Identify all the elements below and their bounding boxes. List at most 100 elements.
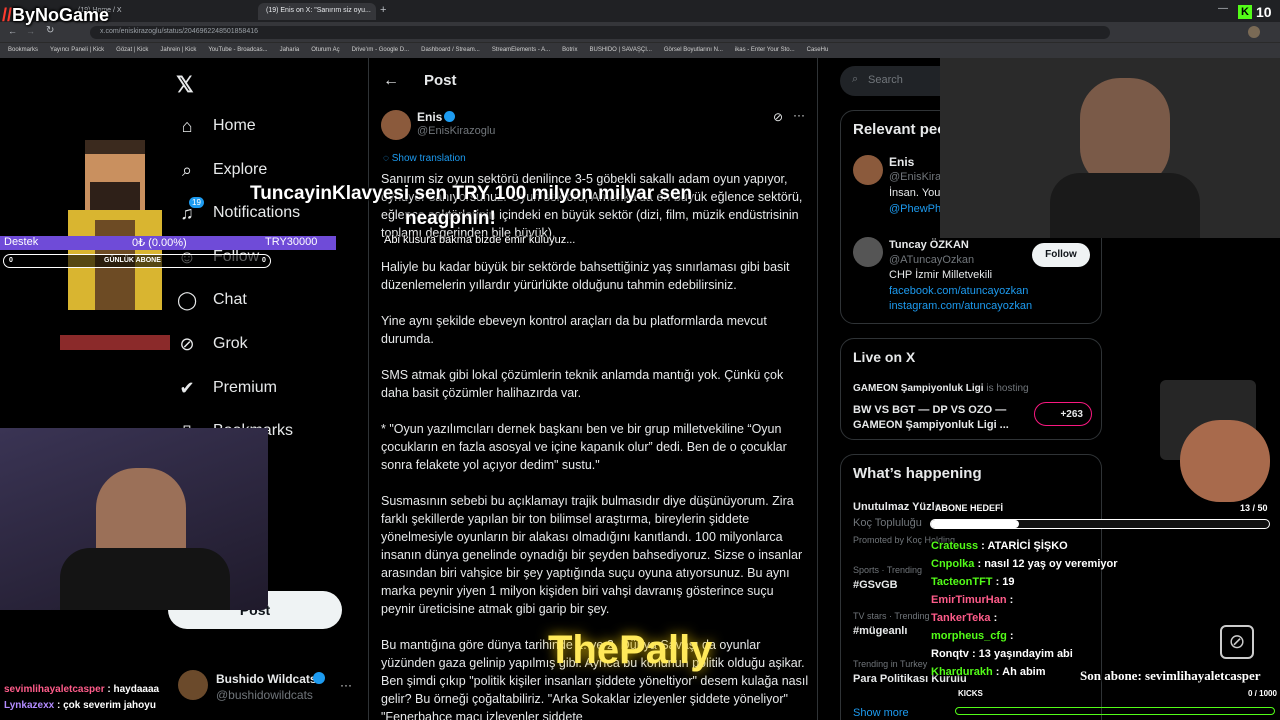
- person-bio: İnsan. You: [889, 187, 941, 199]
- chat-message: TankerTeka :: [931, 612, 1231, 624]
- chat-username: TankerTeka: [931, 612, 991, 624]
- bookmark-item[interactable]: Oturum Aç: [311, 47, 339, 54]
- premium-icon: ✔: [179, 377, 195, 398]
- author-avatar[interactable]: [381, 110, 411, 140]
- url-input[interactable]: x.com/eniskirazoglu/status/2046962248501…: [90, 26, 1110, 39]
- page-title: Post: [424, 72, 457, 89]
- sub-bar-left: 0: [9, 257, 13, 264]
- chat-message: Crateuss : ATARİCİ ŞİŞKO: [931, 540, 1231, 552]
- live-host[interactable]: GAMEON Şampiyonluk Ligi is hosting: [853, 383, 1029, 394]
- bookmark-item[interactable]: Yayıncı Paneli | Kick: [50, 47, 104, 54]
- avatar[interactable]: [853, 155, 883, 185]
- verified-icon: [444, 111, 455, 122]
- nav-item-premium[interactable]: ✔ Premium: [177, 378, 277, 398]
- bookmark-item[interactable]: ikas - Enter Your Sto...: [735, 47, 795, 54]
- chat-separator: :: [104, 684, 114, 695]
- person-bio-link[interactable]: @PhewPh: [889, 203, 941, 215]
- live-title: Live on X: [853, 349, 916, 365]
- chat-username: Crateuss: [931, 540, 979, 552]
- chat-separator: :: [1006, 630, 1014, 642]
- chat-icon: ◯: [177, 290, 198, 311]
- streamer-webcam: [0, 428, 268, 610]
- author-name[interactable]: Enis: [417, 110, 442, 124]
- live-line[interactable]: BW VS BGT — DP VS OZO —: [853, 404, 1006, 416]
- nav-item-explore[interactable]: ⌕ Explore: [177, 160, 267, 180]
- trend-title[interactable]: Unutulmaz Yüzler: [853, 501, 945, 513]
- bookmark-item[interactable]: CaseHu: [807, 47, 829, 54]
- nav-item-grok[interactable]: ⊘ Grok: [177, 334, 248, 354]
- chat-text: çok severim jahoyu: [63, 700, 156, 711]
- donation-goal-bar: Destek 0₺ (0.00%) TRY30000: [0, 236, 336, 250]
- chat-message: Lynkazexx : çok severim jahoyu: [4, 700, 364, 711]
- x-logo-icon[interactable]: 𝕏: [176, 72, 194, 98]
- bookmark-item[interactable]: Bookmarks: [8, 47, 38, 54]
- person-link[interactable]: facebook.com/atuncayozkan: [889, 285, 1028, 297]
- translate-icon: ◌: [383, 153, 392, 164]
- tab-post[interactable]: (19) Enis on X: "Sanırım siz oyu...: [258, 3, 376, 20]
- author-handle[interactable]: @EnisKirazoglu: [417, 125, 495, 137]
- person-name[interactable]: Enis: [889, 155, 914, 169]
- show-translation-link[interactable]: ◌ Show translation: [383, 153, 466, 164]
- person-name[interactable]: Tuncay ÖZKAN: [889, 239, 969, 251]
- bookmark-item[interactable]: Drive'ım - Google D...: [352, 47, 410, 54]
- reload-icon[interactable]: ↻: [46, 25, 54, 36]
- brand-watermark: ThePally: [548, 628, 713, 672]
- trend-meta: Trending in Turkey: [853, 659, 928, 669]
- guest-webcam: [940, 58, 1280, 238]
- kicks-label: KICKS: [958, 689, 983, 698]
- back-arrow-icon[interactable]: ←: [383, 72, 399, 90]
- sub-goal-count: 13 / 50: [1240, 503, 1268, 513]
- bookmark-item[interactable]: Jahrein | Kick: [160, 47, 196, 54]
- nav-item-chat[interactable]: ◯ Chat: [177, 290, 247, 310]
- forward-icon[interactable]: →: [26, 26, 35, 36]
- left-navigation: 𝕏 ⌂Home⌕Explore♫19Notifications☺Follow◯C…: [0, 58, 368, 720]
- logo-text: ByNoGame: [12, 5, 110, 25]
- home-icon: ⌂: [181, 116, 193, 136]
- new-tab-button[interactable]: +: [380, 4, 386, 16]
- left-chat: sevimlihayaletcasper : haydaaaa Lynkazexx…: [4, 684, 364, 716]
- grok-icon: ⊘: [179, 334, 195, 354]
- last-subscriber: Son abone: sevimlihayaletcasper: [1080, 668, 1261, 683]
- avatar[interactable]: [853, 237, 883, 267]
- more-icon[interactable]: ···: [793, 108, 805, 122]
- follow-button[interactable]: Follow: [1032, 243, 1090, 267]
- trend-title[interactable]: #GSvGB: [853, 579, 898, 591]
- post-paragraph: SMS atmak gibi lokal çözümlerin teknik a…: [381, 368, 784, 400]
- chat-username: Lynkazexx: [4, 700, 55, 711]
- chat-separator: :: [992, 576, 1003, 588]
- minimize-icon[interactable]: —: [1218, 3, 1228, 14]
- live-host-name: GAMEON Şampiyonluk Ligi: [853, 383, 984, 394]
- bookmark-item[interactable]: Gözat | Kick: [116, 47, 148, 54]
- bookmark-item[interactable]: Görsel Boyutlarını N...: [664, 47, 723, 54]
- trend-title[interactable]: #mügeanlı: [853, 625, 907, 637]
- bookmark-item[interactable]: BUSHIDO | SAVAŞÇI...: [590, 47, 652, 54]
- live-listener-count[interactable]: +263: [1034, 402, 1092, 426]
- live-status: is hosting: [986, 383, 1029, 394]
- sub-goal-progress: [930, 519, 1270, 529]
- post-paragraph: * "Oyun yazılımcıları dernek başkanı ben…: [381, 422, 787, 472]
- bookmark-item[interactable]: YouTube - Broadcas...: [208, 47, 267, 54]
- chat-username: sevimlihayaletcasper: [4, 684, 105, 695]
- kick-viewer-badge: K 10: [1238, 4, 1272, 20]
- bookmark-item[interactable]: Dashboard / Stream...: [421, 47, 480, 54]
- bookmark-item[interactable]: Jaharia: [280, 47, 300, 54]
- sub-goal-label: ABONE HEDEFİ: [935, 503, 1004, 513]
- trend-meta: TV stars · Trending: [853, 611, 930, 621]
- daily-sub-bar: 0 GÜNLÜK ABONE 0: [3, 254, 271, 268]
- chat-text: Ah abim: [1002, 666, 1046, 678]
- bookmark-item[interactable]: Botrix: [562, 47, 577, 54]
- live-line[interactable]: GAMEON Şampiyonluk Ligi ...: [853, 419, 1009, 431]
- profile-avatar[interactable]: [1248, 26, 1260, 38]
- live-on-x-card: Live on X GAMEON Şampiyonluk Ligi is hos…: [840, 338, 1102, 440]
- chat-separator: :: [990, 612, 998, 624]
- nav-item-home[interactable]: ⌂ Home: [177, 116, 256, 136]
- nav-item-notifications[interactable]: ♫ 19 Notifications: [177, 197, 301, 223]
- person-link[interactable]: instagram.com/atuncayozkan: [889, 300, 1032, 312]
- grok-icon[interactable]: ⊘: [773, 110, 783, 124]
- nav-label: Grok: [213, 335, 248, 352]
- show-more-link[interactable]: Show more: [853, 707, 909, 719]
- bookmark-item[interactable]: StreamElements - A...: [492, 47, 550, 54]
- kicks-count: 0 / 1000: [1248, 689, 1277, 698]
- nav-label: Notifications: [213, 204, 301, 222]
- back-icon[interactable]: ←: [8, 26, 17, 36]
